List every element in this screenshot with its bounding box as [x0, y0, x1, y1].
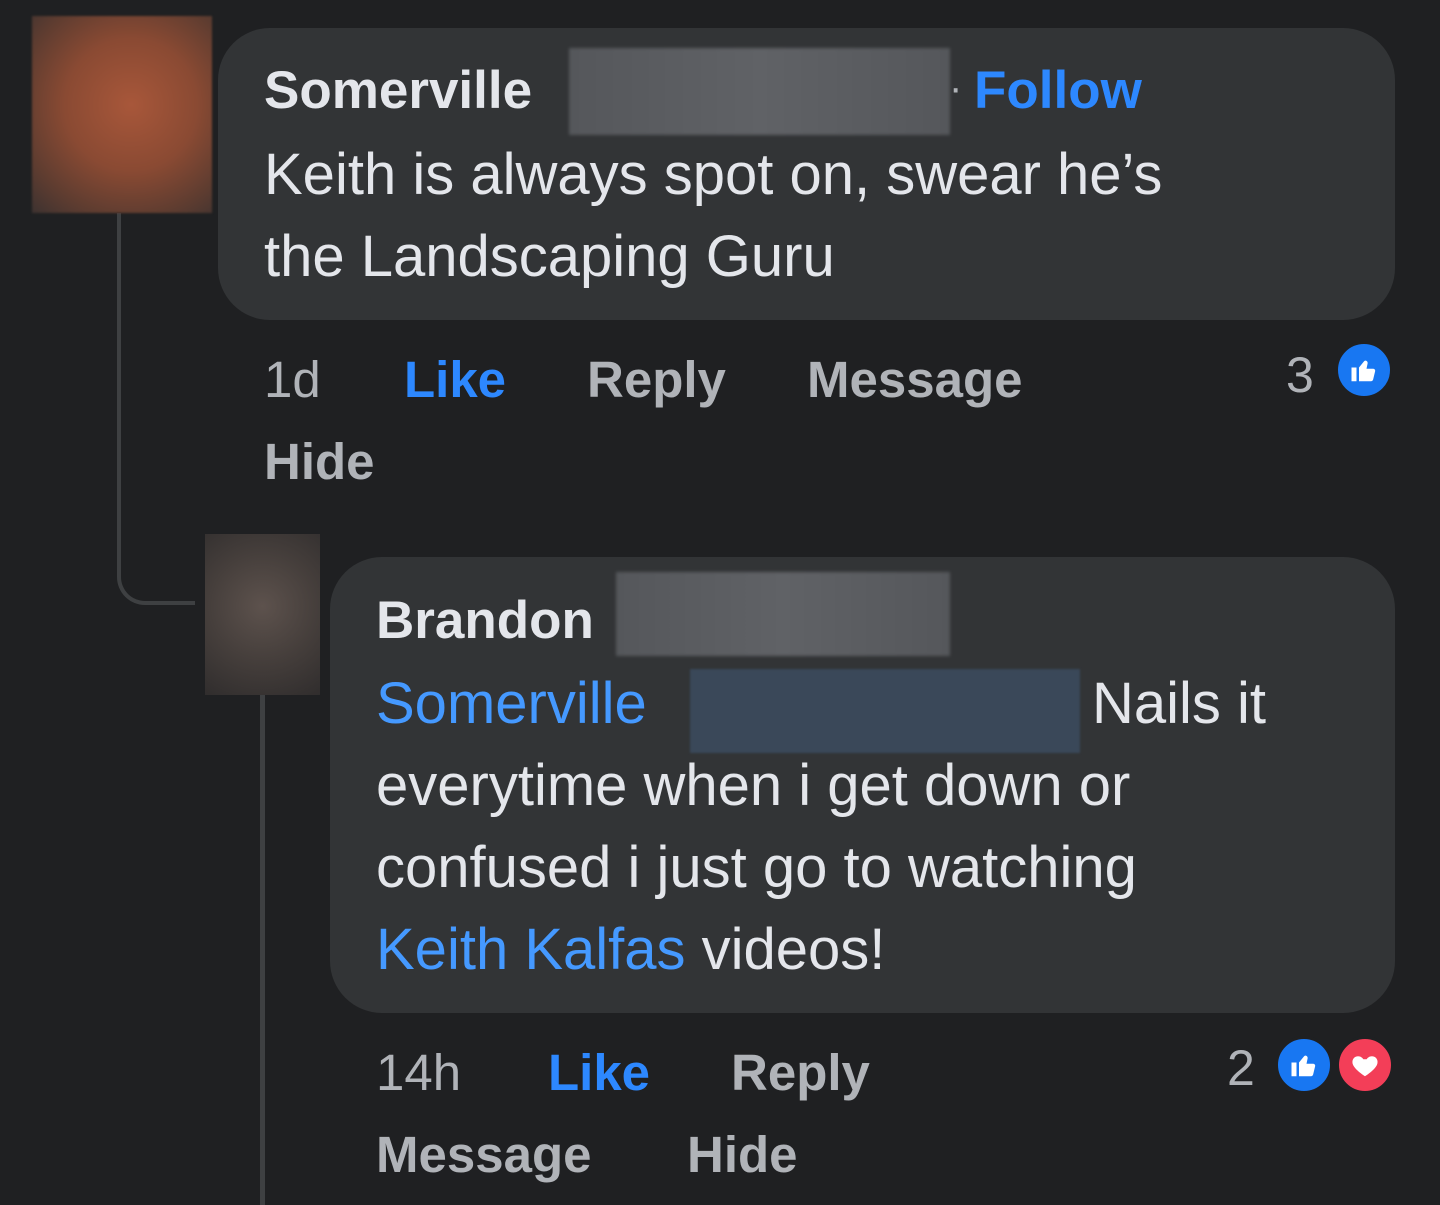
redacted-mention [690, 669, 1080, 753]
love-icon[interactable] [1336, 1036, 1394, 1094]
like-button[interactable]: Like [548, 1043, 650, 1102]
reply-thread-line [260, 695, 265, 1205]
comment-text-line: confused i just go to watching [376, 835, 1137, 900]
thread-connector [117, 530, 195, 605]
comment-text: videos! [685, 917, 886, 982]
redacted-name [616, 572, 950, 656]
follow-button[interactable]: Follow [974, 60, 1142, 121]
comment-timestamp[interactable]: 14h [376, 1043, 461, 1102]
reply-button[interactable]: Reply [731, 1043, 870, 1102]
comment-text-line: everytime when i get down or [376, 753, 1131, 818]
separator-dot: · [949, 66, 963, 110]
hide-button[interactable]: Hide [687, 1125, 798, 1184]
message-button[interactable]: Message [807, 350, 1022, 409]
like-button[interactable]: Like [404, 350, 506, 409]
reaction-count[interactable]: 2 [1227, 1039, 1255, 1097]
comment-author[interactable]: Somerville [264, 60, 532, 121]
comment-timestamp[interactable]: 1d [264, 350, 321, 409]
like-icon[interactable] [1275, 1036, 1333, 1094]
message-button[interactable]: Message [376, 1125, 591, 1184]
redacted-name [569, 48, 950, 135]
avatar[interactable] [32, 16, 212, 213]
hide-button[interactable]: Hide [264, 432, 375, 491]
thread-line [117, 213, 121, 568]
reply-button[interactable]: Reply [587, 350, 726, 409]
like-icon[interactable] [1335, 341, 1393, 399]
thumbs-up-glyph [1351, 360, 1376, 382]
comment-text-line: Keith is always spot on, swear he’s [264, 142, 1163, 207]
comment-text-line: Keith Kalfas videos! [376, 909, 885, 991]
comment-text-line: Nails it [1092, 671, 1267, 736]
comment-author[interactable]: Brandon [376, 590, 594, 651]
reaction-count[interactable]: 3 [1286, 346, 1314, 404]
heart-glyph [1352, 1056, 1378, 1077]
mention-link[interactable]: Somerville [376, 663, 647, 745]
thumbs-up-glyph [1291, 1055, 1316, 1077]
avatar[interactable] [205, 534, 320, 695]
page-link[interactable]: Keith Kalfas [376, 917, 686, 982]
comment-text-line: the Landscaping Guru [264, 224, 835, 289]
